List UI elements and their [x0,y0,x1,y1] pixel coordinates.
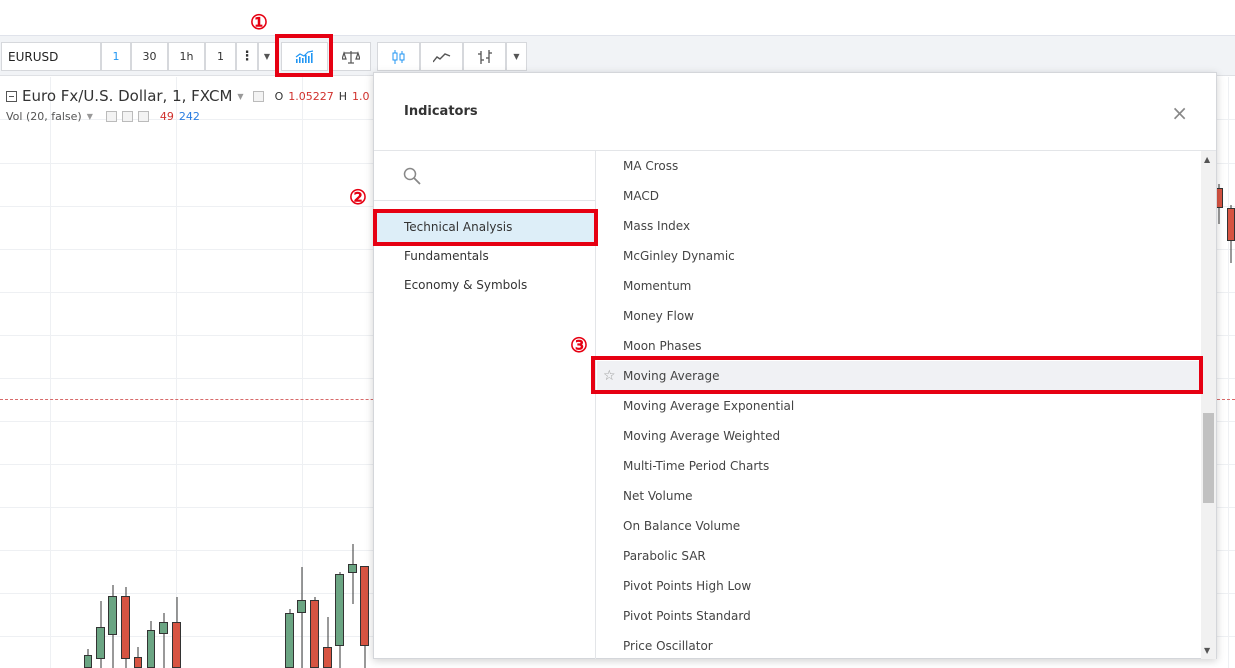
list-item[interactable]: Parabolic SAR [597,541,1201,571]
bars-icon [477,49,492,64]
volume-remove-icon[interactable] [137,111,149,122]
candle [134,647,142,668]
chart-toolbar: EURUSD 1 30 1h 1 ⋮ ▼ ▼ [0,36,1235,76]
candle [108,585,117,668]
list-item[interactable]: Moving Average Weighted [597,421,1201,451]
visibility-icon[interactable] [252,90,264,102]
annotation-marker-3: ③ [570,333,588,357]
more-intervals-button[interactable]: ⋮ [236,42,258,71]
list-item[interactable]: McGinley Dynamic [597,241,1201,271]
volume-visibility-icon[interactable] [105,111,117,122]
candle [159,613,168,668]
legend-caret-icon[interactable]: ▼ [237,92,243,101]
candle [323,617,332,668]
category-fundamentals[interactable]: Fundamentals [374,242,595,271]
annotation-box-indicators [275,34,333,77]
interval-1-button[interactable]: 1 [101,42,131,71]
ohlc-high-label: H [338,89,348,103]
scales-icon [342,50,360,64]
scroll-thumb[interactable] [1203,413,1214,503]
candles-icon [392,49,404,64]
list-item[interactable]: Pivot Points Standard [597,601,1201,631]
volume-title: Vol (20, false) [6,110,82,123]
annotation-marker-2: ② [349,185,367,209]
indicator-list: MA Cross MACD Mass Index McGinley Dynami… [597,151,1216,659]
chart-style-dropdown-button[interactable]: ▼ [506,42,527,71]
series-legend: Euro Fx/U.S. Dollar, 1, FXCM ▼ O 1.05227… [6,87,370,105]
list-item[interactable]: Price Oscillator [597,631,1201,659]
list-item[interactable]: MA Cross [597,151,1201,181]
scroll-down-icon[interactable]: ▼ [1204,646,1210,655]
series-title: Euro Fx/U.S. Dollar, 1, FXCM [22,87,233,105]
search-icon [403,167,421,185]
list-item[interactable]: Multi-Time Period Charts [597,451,1201,481]
interval-30-button[interactable]: 30 [131,42,168,71]
candle [335,572,344,668]
list-item[interactable]: Net Volume [597,481,1201,511]
candle [360,566,369,668]
list-item[interactable]: On Balance Volume [597,511,1201,541]
chart-style-candles-button[interactable] [377,42,420,71]
interval-1h-button[interactable]: 1h [168,42,205,71]
annotation-box-moving-average [591,356,1203,394]
compare-button[interactable] [331,42,371,71]
volume-value-1: 49 [159,110,174,123]
top-header [0,0,1235,36]
volume-settings-icon[interactable] [121,111,133,122]
interval-dropdown-button[interactable]: ▼ [258,42,276,71]
candle [285,609,294,668]
candle [1227,205,1235,263]
candle [147,621,155,668]
annotation-box-category [373,209,598,246]
list-item[interactable]: Mass Index [597,211,1201,241]
list-item[interactable]: Money Flow [597,301,1201,331]
volume-caret-icon[interactable]: ▼ [87,112,93,121]
candle [84,649,92,668]
close-icon[interactable]: × [1171,101,1188,125]
candle [310,597,319,668]
candle [121,587,130,668]
candle [348,544,357,604]
ohlc-high-value: 1.0 [352,89,370,103]
ohlc-open-label: O [274,89,284,103]
search-row [374,151,595,201]
candle [297,567,306,668]
category-economy-symbols[interactable]: Economy & Symbols [374,271,595,300]
scroll-up-icon[interactable]: ▲ [1204,155,1210,164]
list-item[interactable]: Pivot Points High Low [597,571,1201,601]
interval-1-alt-button[interactable]: 1 [205,42,236,71]
candle [96,601,105,668]
tradingview-window: EURUSD 1 30 1h 1 ⋮ ▼ ▼ Euro Fx/U.S. Doll… [0,0,1235,668]
collapse-icon[interactable] [6,90,17,102]
candle [172,597,181,668]
chart-style-bars-button[interactable] [463,42,506,71]
annotation-marker-1: ① [250,10,268,34]
dialog-title: Indicators [404,104,478,119]
list-item[interactable]: Momentum [597,271,1201,301]
list-item[interactable]: Moving Average Exponential [597,391,1201,421]
volume-value-2: 242 [178,110,200,123]
dialog-header: Indicators × [374,73,1216,151]
area-chart-icon [432,52,450,62]
symbol-search-box[interactable]: EURUSD [1,42,101,71]
list-scrollbar[interactable]: ▲ ▼ [1201,151,1216,659]
chart-style-area-button[interactable] [420,42,463,71]
indicator-search-input[interactable] [426,163,586,189]
list-item[interactable]: MACD [597,181,1201,211]
volume-legend: Vol (20, false) ▼ 49 242 [6,110,200,123]
ohlc-open-value: 1.05227 [288,89,334,103]
